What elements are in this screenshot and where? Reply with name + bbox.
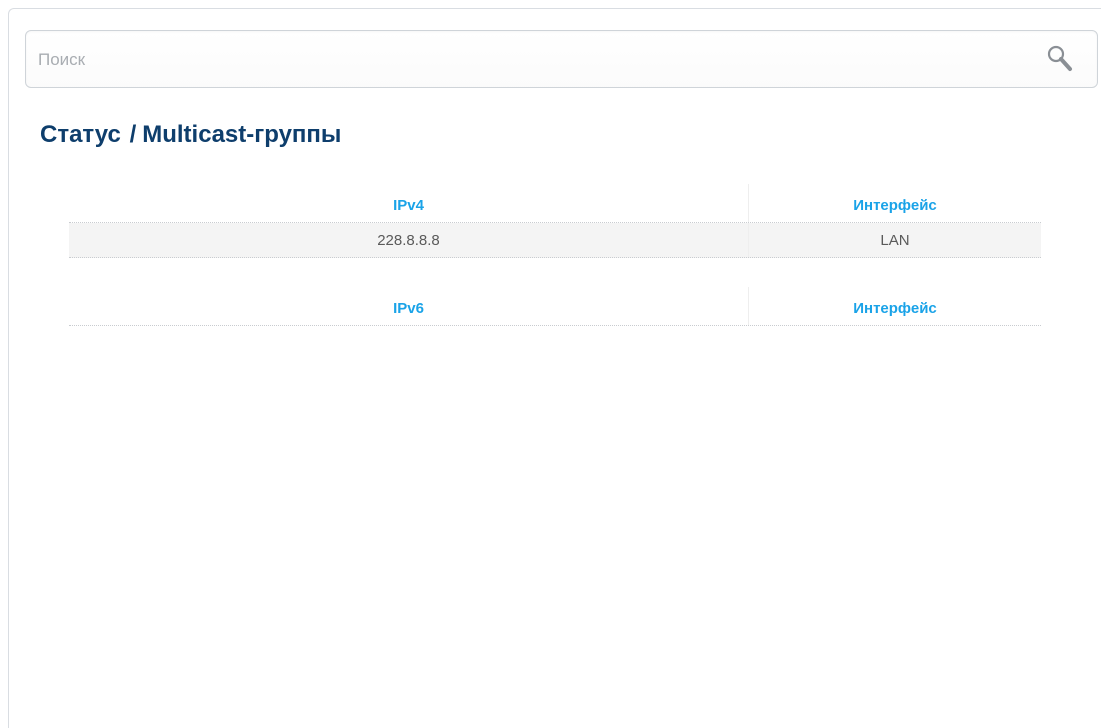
content-panel [8,8,1101,728]
search-icon[interactable] [1045,44,1075,74]
column-header-ipv4[interactable]: IPv4 [69,184,749,222]
table-header: IPv4 Интерфейс [69,184,1041,223]
breadcrumb-separator: / [129,121,137,148]
cell-interface: LAN [880,231,910,249]
column-header-interface[interactable]: Интерфейс [749,184,1041,222]
ipv4-groups-table: IPv4 Интерфейс 228.8.8.8 LAN [69,184,1041,258]
table-row[interactable]: 228.8.8.8 LAN [69,223,1041,258]
search-input[interactable] [36,41,1028,79]
breadcrumb-page: Multicast-группы [142,121,342,148]
breadcrumb-section: Статус [40,121,121,148]
table-header: IPv6 Интерфейс [69,287,1041,326]
cell-ipv4-address: 228.8.8.8 [69,223,749,257]
page-title: Статус / Multicast-группы [40,121,341,149]
column-header-ipv6[interactable]: IPv6 [69,287,749,325]
column-header-interface[interactable]: Интерфейс [749,287,1041,325]
ipv6-groups-table: IPv6 Интерфейс [69,287,1041,326]
search-bar[interactable] [25,30,1098,88]
